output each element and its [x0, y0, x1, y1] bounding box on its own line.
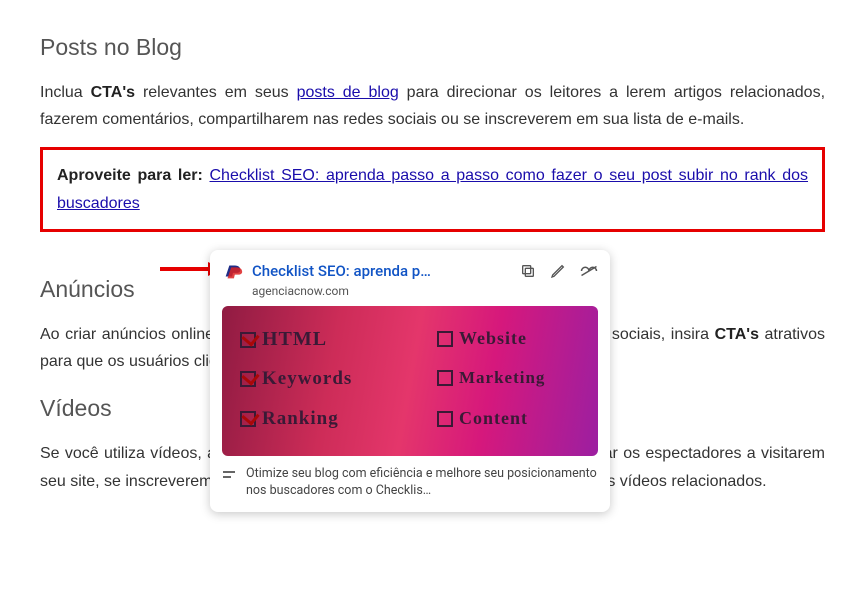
highlight-box: Aproveite para ler: Checklist SEO: apren…: [40, 147, 825, 231]
favicon-icon: [222, 260, 244, 282]
edit-icon[interactable]: [550, 263, 566, 279]
more-icon[interactable]: [222, 466, 236, 484]
preview-thumbnail[interactable]: HTML Keywords Ranking Website Marketing …: [222, 306, 598, 456]
preview-header: Checklist SEO: aprenda p…: [222, 260, 598, 282]
preview-actions: [520, 263, 598, 279]
unlink-icon[interactable]: [580, 263, 598, 279]
preview-description: Otimize seu blog com eficiência e melhor…: [246, 466, 598, 500]
preview-title[interactable]: Checklist SEO: aprenda p…: [252, 262, 512, 280]
preview-domain: agenciacnow.com: [252, 284, 598, 298]
link-posts-de-blog[interactable]: posts de blog: [297, 84, 399, 101]
copy-icon[interactable]: [520, 263, 536, 279]
link-preview-card: Checklist SEO: aprenda p… agenciacnow.co…: [210, 250, 610, 512]
highlight-lead: Aproveite para ler:: [57, 167, 210, 184]
section-title-posts: Posts no Blog: [40, 28, 825, 67]
paragraph-posts: Inclua CTA's relevantes em seus posts de…: [40, 79, 825, 133]
